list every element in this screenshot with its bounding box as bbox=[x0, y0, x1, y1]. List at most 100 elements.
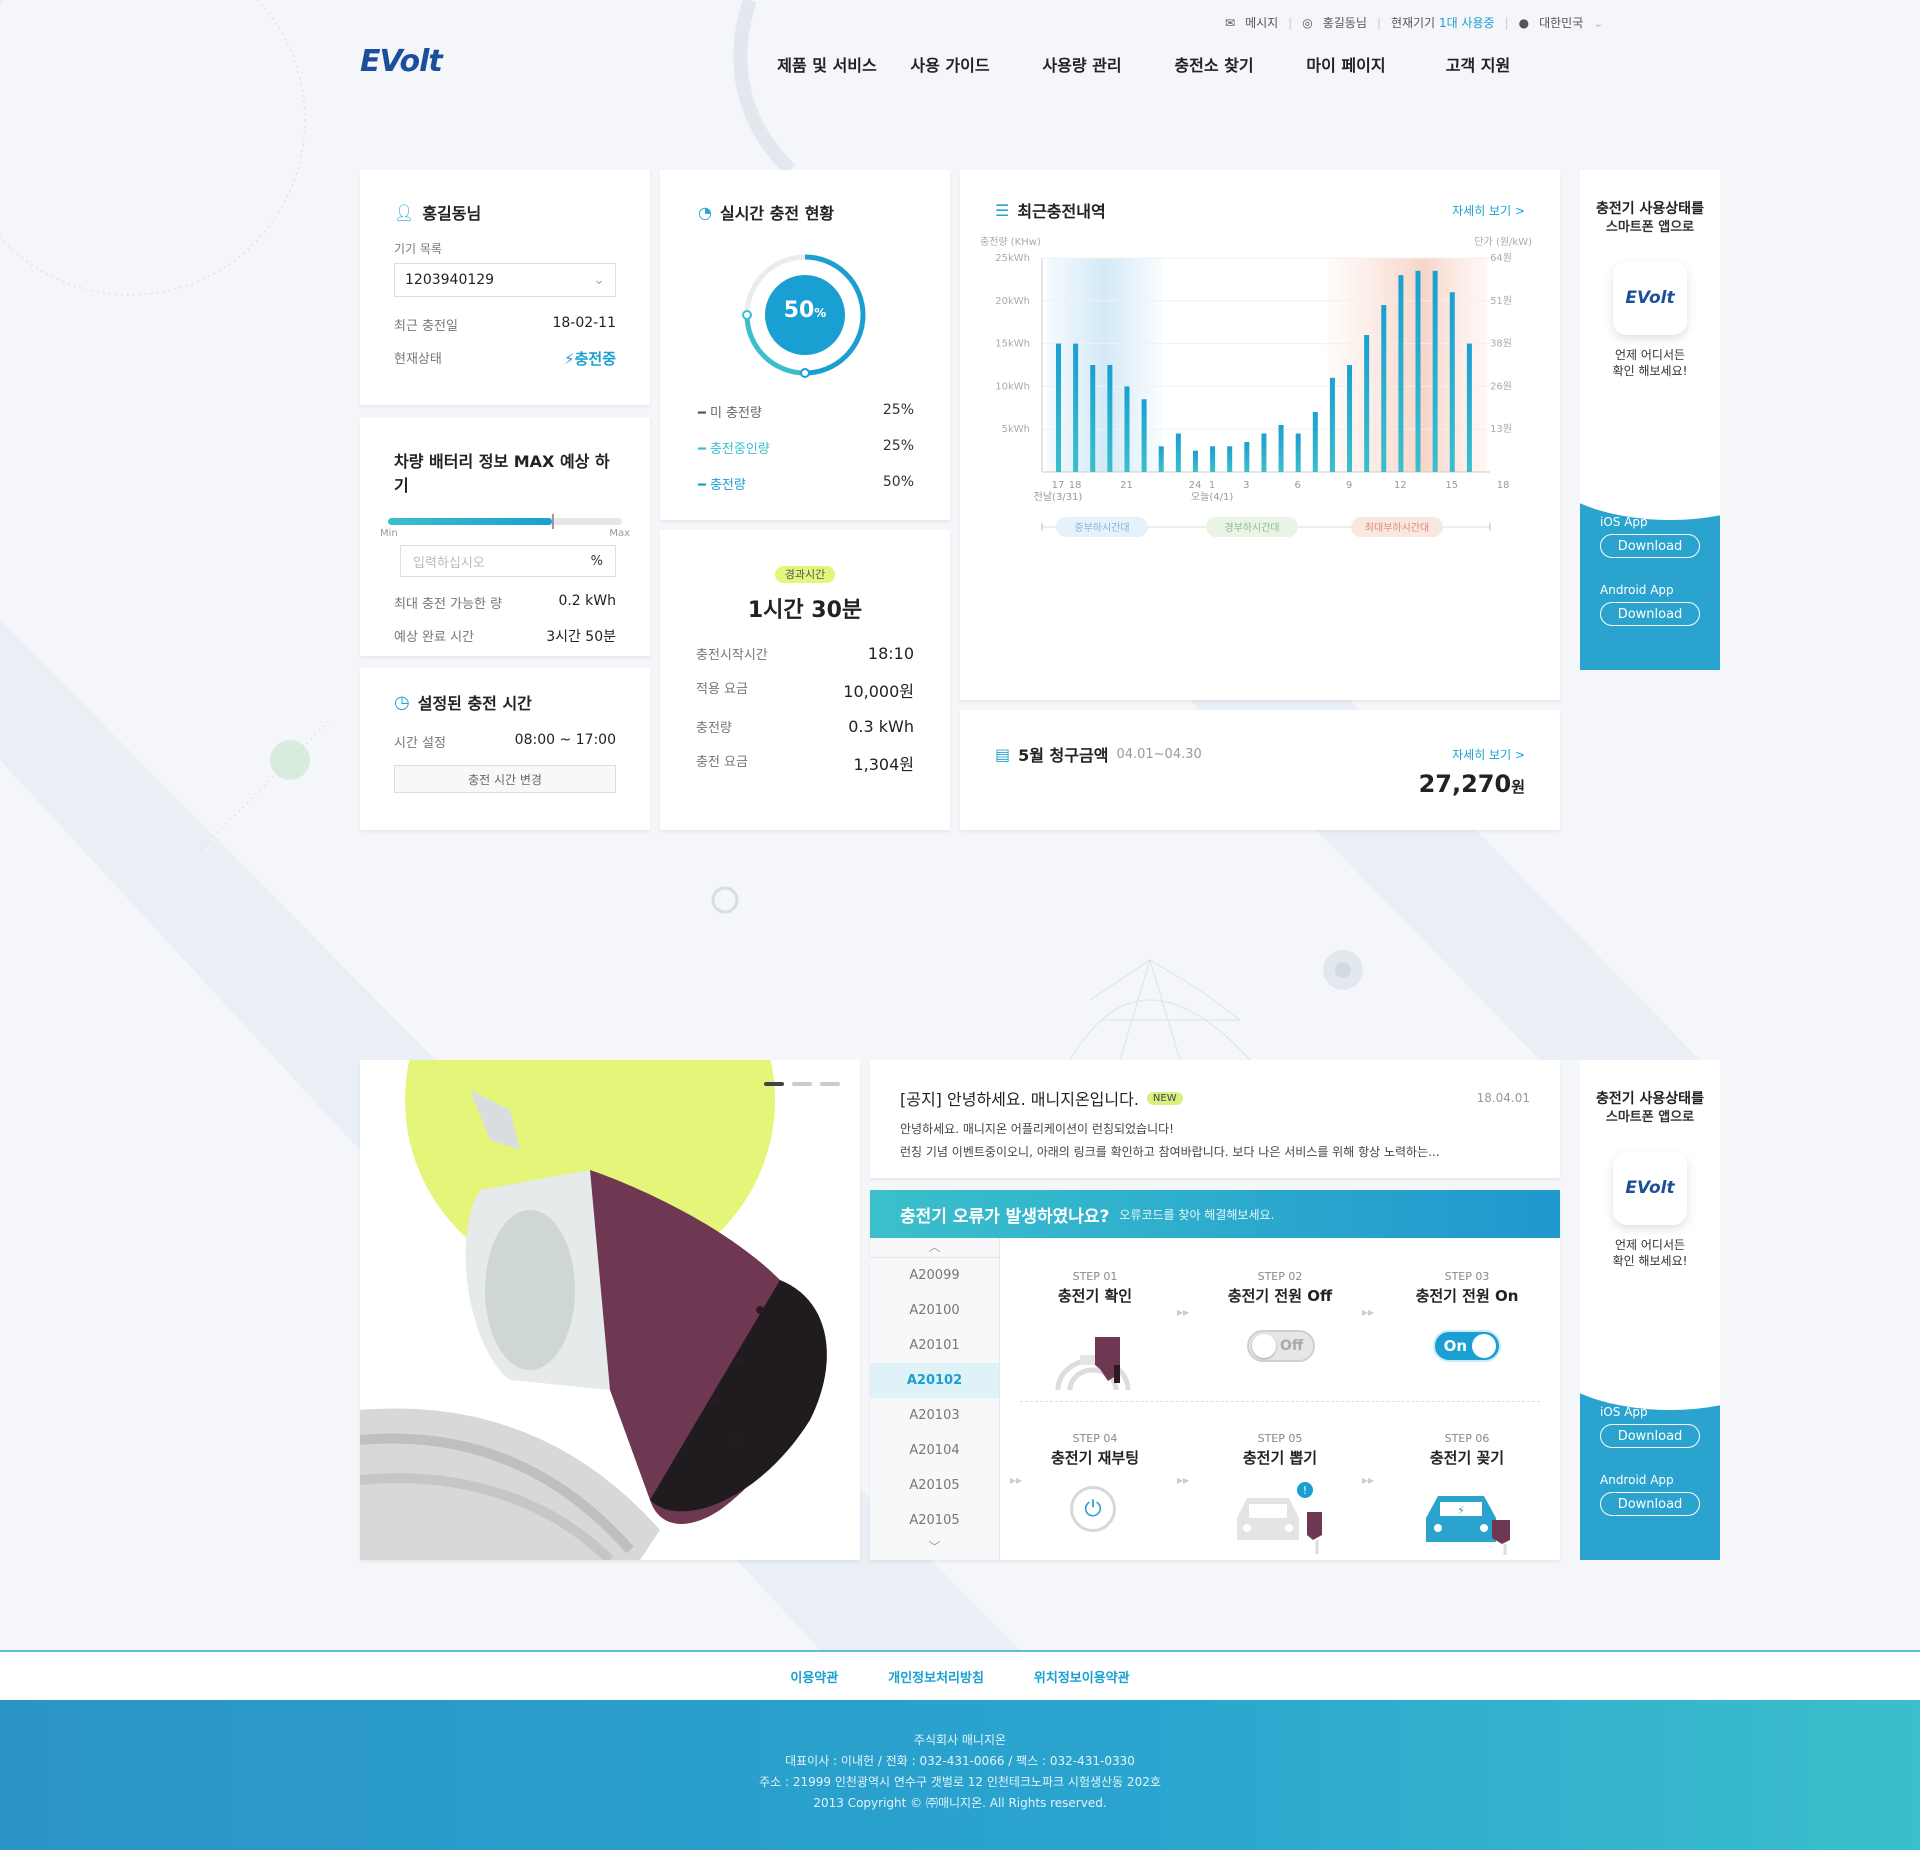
nav-item[interactable]: 충전소 찾기 bbox=[1148, 52, 1280, 76]
elapsed-card: 경과시간 1시간 30분 충전시작시간 18:10 적용 요금 10,000원 충전… bbox=[660, 530, 950, 830]
zone-label: 최대부하시간대 bbox=[1365, 521, 1429, 534]
promo-title: 충전기 사용상태를 bbox=[1596, 201, 1704, 217]
notice-card[interactable]: [공지] 안녕하세요. 매니지온입니다. NEW 18.04.01 안녕하세요.… bbox=[870, 1060, 1560, 1178]
history-chart: 5kWh 10kWh 15kWh 20kWh 25kWh 13원 26원 38원 51원 64원 충… bbox=[980, 236, 1532, 537]
y2-tick-label: 26원 bbox=[1490, 380, 1512, 392]
y2-tick-label: 64원 bbox=[1490, 252, 1512, 264]
user-link[interactable]: 홍길동님 bbox=[1323, 14, 1367, 31]
error-code-item[interactable]: A20105 bbox=[870, 1503, 999, 1538]
zone-label: 경부하시간대 bbox=[1224, 521, 1279, 534]
ios-download-button[interactable]: Download bbox=[1600, 534, 1700, 558]
flag-icon: ● bbox=[1518, 15, 1530, 30]
car-plug-icon: ⚡ bbox=[1426, 1496, 1510, 1555]
error-code-list[interactable]: ︿ A20099 A20100 A20101 A20102 A20103 A20104 A2… bbox=[870, 1238, 1000, 1560]
chart-bar bbox=[1210, 446, 1216, 472]
nav-item[interactable]: 사용량 관리 bbox=[1016, 52, 1148, 76]
android-download-button[interactable]: Download bbox=[1600, 1492, 1700, 1516]
error-title: 충전기 오류가 발생하였나요? bbox=[900, 1206, 1110, 1227]
slider-fill bbox=[388, 518, 552, 525]
device-select[interactable]: 1203940129 ⌄ bbox=[394, 263, 616, 297]
message-link[interactable]: 메시지 bbox=[1245, 14, 1278, 31]
error-code-item[interactable]: A20105 bbox=[870, 1468, 999, 1503]
nav-item[interactable]: 마이 페이지 bbox=[1280, 52, 1412, 76]
user-icon: ◎ bbox=[1302, 15, 1313, 30]
error-code-item[interactable]: A20100 bbox=[870, 1293, 999, 1328]
error-code-item[interactable]: A20101 bbox=[870, 1328, 999, 1363]
change-time-button[interactable]: 충전 시간 변경 bbox=[394, 765, 616, 793]
android-download-button[interactable]: Download bbox=[1600, 602, 1700, 626]
recent-charge-value: 18-02-11 bbox=[552, 315, 616, 331]
notice-title[interactable]: [공지] 안녕하세요. 매니지온입니다. bbox=[900, 1086, 1139, 1110]
user-name: 홍길동님 bbox=[422, 204, 482, 223]
battery-slider[interactable] bbox=[388, 514, 622, 529]
chart-bar bbox=[1381, 305, 1387, 472]
scroll-down-icon[interactable]: ﹀ bbox=[870, 1538, 999, 1558]
slider-min-label: Min bbox=[380, 528, 398, 539]
battery-title: 차량 배터리 정보 MAX 예상 하기 bbox=[394, 452, 610, 495]
chevron-down-icon[interactable]: ⌄ bbox=[1593, 16, 1603, 30]
user-card: 👤︎ 홍길동님 기기 목록 1203940129 ⌄ 최근 충전일 18-02-11 … bbox=[360, 170, 650, 405]
privacy-link[interactable]: 개인정보처리방침 bbox=[888, 1667, 984, 1686]
ios-label: iOS App bbox=[1600, 1405, 1648, 1419]
nav-item[interactable]: 고객 지원 bbox=[1412, 52, 1544, 76]
elapsed-row: 적용 요금 10,000원 bbox=[696, 682, 914, 701]
max-charge-value: 0.2 kWh bbox=[558, 593, 616, 609]
charge-percent: 50% bbox=[783, 298, 827, 323]
carousel-dot[interactable] bbox=[820, 1082, 840, 1086]
chart-bar bbox=[1347, 365, 1353, 472]
chart-bar bbox=[1449, 292, 1455, 472]
y2-tick-label: 38원 bbox=[1490, 338, 1512, 350]
carousel-dot[interactable] bbox=[764, 1082, 784, 1086]
scroll-up-icon[interactable]: ︿ bbox=[870, 1238, 999, 1258]
android-label: Android App bbox=[1600, 1473, 1674, 1487]
carousel-dot[interactable] bbox=[792, 1082, 812, 1086]
carousel-indicators bbox=[764, 1082, 840, 1086]
x-tick-label: 3 bbox=[1243, 480, 1249, 491]
terms-link[interactable]: 이용약관 bbox=[790, 1667, 838, 1686]
x-tick-label: 15 bbox=[1445, 480, 1458, 491]
company-name: 주식회사 매니지온 bbox=[913, 1733, 1007, 1747]
app-promo-banner: 충전기 사용상태를 스마트폰 앱으로 EVolt 언제 어디서든 확인 해보세요! … bbox=[1580, 1060, 1720, 1560]
chevron-down-icon: ⌄ bbox=[593, 272, 605, 288]
bill-more-link[interactable]: 자세히 보기 > bbox=[1452, 746, 1525, 763]
nav-item[interactable]: 사용 가이드 bbox=[884, 52, 1016, 76]
chart-bar bbox=[1192, 450, 1198, 472]
error-code-item[interactable]: A20103 bbox=[870, 1398, 999, 1433]
svg-text:!: ! bbox=[1303, 1484, 1307, 1497]
step-arrow-icon: ▸▸ bbox=[1177, 1473, 1190, 1487]
chart-bar bbox=[1312, 412, 1318, 472]
x-tick-label: 24 bbox=[1189, 480, 1202, 491]
error-code-item[interactable]: A20104 bbox=[870, 1433, 999, 1468]
step-arrow-icon: ▸▸ bbox=[1010, 1473, 1023, 1487]
nav-item[interactable]: 제품 및 서비스 bbox=[770, 52, 884, 76]
receipt-icon: ▤ bbox=[995, 744, 1011, 764]
step-card: STEP 06 충전기 꽂기 bbox=[1429, 1432, 1505, 1467]
clock-icon: ◷ bbox=[394, 691, 410, 713]
y-tick-label: 5kWh bbox=[1002, 424, 1030, 435]
svg-text:⚡: ⚡ bbox=[1457, 1504, 1465, 1517]
step-card: STEP 02 충전기 전원 Off bbox=[1227, 1270, 1333, 1305]
error-code-item[interactable]: A20102 bbox=[870, 1363, 999, 1398]
location-terms-link[interactable]: 위치정보이용약관 bbox=[1034, 1667, 1130, 1686]
legend-dash: ━ bbox=[698, 406, 706, 421]
company-address: 주소 : 21999 인천광역시 연수구 갯벌로 12 인천테크노파크 시험생산… bbox=[759, 1775, 1161, 1789]
x-tick-label: 18 bbox=[1069, 480, 1082, 491]
x-tick-label: 17 bbox=[1052, 480, 1065, 491]
android-label: Android App bbox=[1600, 583, 1674, 597]
toggle-off[interactable]: Off bbox=[1247, 1330, 1315, 1362]
legend-item: ━ 충전량 50% bbox=[698, 474, 914, 493]
slider-handle[interactable] bbox=[551, 514, 554, 529]
ios-download-button[interactable]: Download bbox=[1600, 1424, 1700, 1448]
toggle-on[interactable]: On bbox=[1433, 1330, 1501, 1362]
chart-bar bbox=[1466, 343, 1472, 472]
mail-icon[interactable]: ✉ bbox=[1225, 16, 1235, 30]
evolt-logo[interactable]: EVolt bbox=[360, 44, 443, 79]
power-icon: ⏻ bbox=[1070, 1486, 1116, 1532]
main-nav: 제품 및 서비스 사용 가이드 사용량 관리 충전소 찾기 마이 페이지 고객 … bbox=[770, 52, 1544, 76]
error-code-item[interactable]: A20099 bbox=[870, 1258, 999, 1293]
status-value: ⚡충전중 bbox=[564, 350, 616, 368]
history-more-link[interactable]: 자세히 보기 > bbox=[1452, 202, 1525, 219]
battery-percent-input[interactable]: 입력하십시오% bbox=[400, 545, 616, 577]
country-select[interactable]: 대한민국 bbox=[1539, 14, 1583, 31]
y2-tick-label: 51원 bbox=[1490, 295, 1512, 307]
